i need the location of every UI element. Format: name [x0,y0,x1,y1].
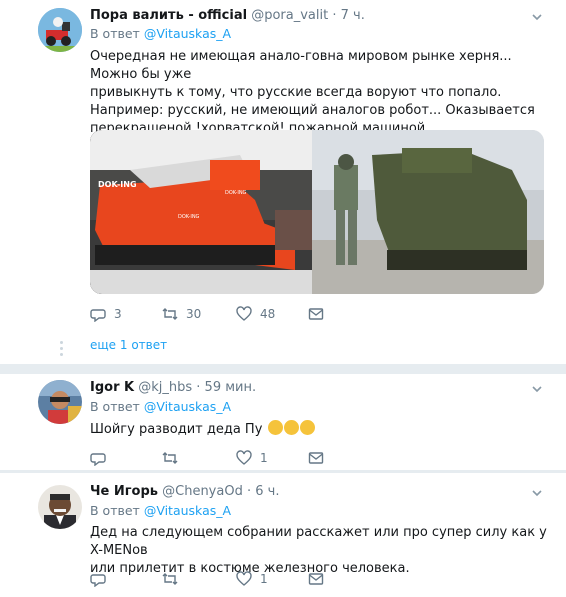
tweet-text-line: Дед на следующем собрании расскажет или … [90,525,547,558]
dm-button[interactable] [308,450,324,466]
reply-context: В ответ @Vitauskas_A [90,503,231,518]
direct-message-icon [308,308,324,320]
reply-icon [90,453,106,466]
tweet[interactable]: Че Игорь @ChenyaOd · 6 ч. В ответ @Vitau… [0,473,560,597]
tweet-header: Igor K @kj_hbs · 59 мин. [90,380,256,395]
retweet-icon [162,573,178,585]
show-more-replies-link[interactable]: еще 1 ответ [90,338,167,352]
like-count: 1 [260,572,268,586]
like-count: 1 [260,451,268,465]
media-logo-text: DOK-ING [225,190,247,196]
dm-button[interactable] [308,571,324,587]
like-button[interactable]: 1 [236,571,268,587]
display-name[interactable]: Пора валить - official [90,8,247,23]
tweet-actions: 1 [90,571,350,589]
tweet-text: Дед на следующем собрании расскажет или … [90,524,550,578]
like-count: 48 [260,307,276,321]
reply-context: В ответ @Vitauskas_A [90,399,231,414]
clap-emoji-icon [299,420,315,435]
reply-icon [90,309,106,322]
tweet-text-line: Например: русский, не имеющий аналогов р… [90,103,535,118]
media-logo-text: DOK-ING [178,214,200,220]
retweet-icon [162,308,178,320]
reply-icon [90,574,106,587]
avatar[interactable] [38,485,82,529]
tweet-text-line: Очередная не имеющая анало-говна мировом… [90,49,512,82]
tweet-text-content: Шойгу разводит деда Пу [90,422,263,437]
tweet-actions: 1 [90,450,350,468]
reply-prefix: В ответ [90,503,140,518]
timestamp[interactable]: · 7 ч. [332,8,364,23]
retweet-button[interactable]: 30 [162,306,201,322]
media-photo-right[interactable] [312,130,544,294]
like-icon [236,571,252,586]
tweet[interactable]: Igor K @kj_hbs · 59 мин. В ответ @Vitaus… [0,374,560,470]
direct-message-icon [308,573,324,585]
handle[interactable]: @pora_valit [251,8,328,23]
tweet[interactable]: Пора валить - official @pora_valit · 7 ч… [0,0,560,368]
like-button[interactable]: 48 [236,306,275,322]
tweet-text: Шойгу разводит деда Пу [90,420,550,439]
timestamp[interactable]: · 6 ч. [247,484,279,499]
reply-context: В ответ @Vitauskas_A [90,26,231,41]
tweet-header: Че Игорь @ChenyaOd · 6 ч. [90,484,279,499]
timestamp[interactable]: · 59 мин. [196,380,256,395]
tweet-media[interactable]: DOK-ING DOK-ING DOK-ING [90,130,544,294]
media-photo-left[interactable]: DOK-ING DOK-ING DOK-ING [90,130,312,294]
tweet-text: Очередная не имеющая анало-говна мировом… [90,48,550,138]
chevron-down-icon[interactable] [532,488,542,498]
retweet-button[interactable] [162,571,186,587]
direct-message-icon [308,452,324,464]
retweet-icon [162,452,178,464]
thread-dots [60,338,63,359]
handle[interactable]: @kj_hbs [138,380,192,395]
reply-button[interactable] [90,571,114,587]
reply-prefix: В ответ [90,26,140,41]
like-button[interactable]: 1 [236,450,268,466]
handle[interactable]: @ChenyaOd [162,484,243,499]
tweet-header: Пора валить - official @pora_valit · 7 ч… [90,8,365,23]
like-icon [236,450,252,465]
dm-button[interactable] [308,306,324,322]
tweet-text-line: привыкнуть к тому, что русские всегда во… [90,85,502,100]
reply-to-link[interactable]: @Vitauskas_A [144,399,231,414]
chevron-down-icon[interactable] [532,12,542,22]
display-name[interactable]: Igor K [90,380,134,395]
reply-to-link[interactable]: @Vitauskas_A [144,503,231,518]
avatar[interactable] [38,380,82,424]
clap-emoji-icon [267,420,283,435]
reply-count: 3 [114,307,122,321]
retweet-button[interactable] [162,450,186,466]
display-name[interactable]: Че Игорь [90,484,158,499]
reply-button[interactable] [90,450,114,466]
media-logo-text: DOK-ING [98,180,137,189]
clap-emoji-icon [283,420,299,435]
chevron-down-icon[interactable] [532,384,542,394]
retweet-count: 30 [186,307,202,321]
separator [0,364,566,374]
avatar[interactable] [38,8,82,52]
like-icon [236,306,252,321]
reply-button[interactable]: 3 [90,306,122,322]
reply-prefix: В ответ [90,399,140,414]
tweet-actions: 3 30 48 [90,306,350,324]
reply-to-link[interactable]: @Vitauskas_A [144,26,231,41]
